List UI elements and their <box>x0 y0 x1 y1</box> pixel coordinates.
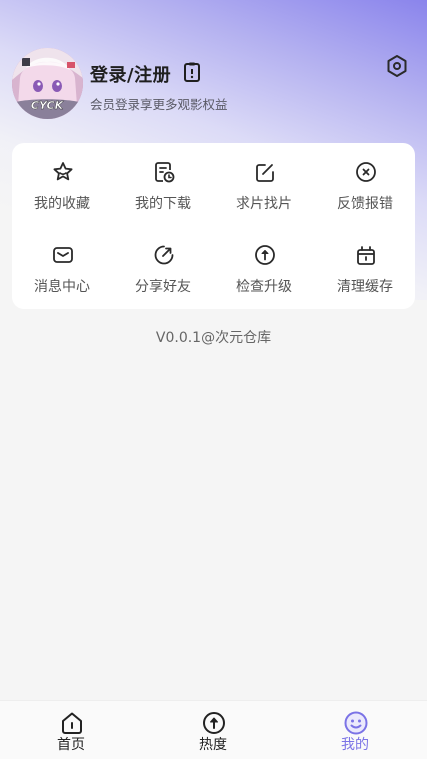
grid-label: 我的下载 <box>135 196 191 212</box>
grid-label: 分享好友 <box>135 279 191 295</box>
login-register-title[interactable]: 登录/注册 <box>90 61 171 87</box>
settings-icon[interactable] <box>385 54 409 78</box>
grid-item-request[interactable]: 求片找片 <box>214 143 314 213</box>
grid-item-clear-cache[interactable]: 清理缓存 <box>315 226 415 296</box>
grid-item-downloads[interactable]: 我的下载 <box>113 143 213 213</box>
grid-item-messages[interactable]: 消息中心 <box>12 226 112 296</box>
mail-icon <box>53 247 73 263</box>
grid-item-favorites[interactable]: 我的收藏 <box>12 143 112 213</box>
grid-label: 反馈报错 <box>337 196 393 212</box>
bottom-tab-bar: 首页 热度 我的 <box>0 700 427 759</box>
member-benefit-text: 会员登录享更多观影权益 <box>90 97 228 112</box>
grid-label: 求片找片 <box>236 196 292 212</box>
grid-item-feedback[interactable]: 反馈报错 <box>315 143 415 213</box>
feature-grid: 我的收藏 我的下载 求片找片 反馈报错 消息中心 分享好友 检查升级 清理缓存 <box>12 143 415 309</box>
tab-label: 热度 <box>199 737 227 753</box>
close-circle-icon <box>356 162 376 182</box>
hot-icon <box>203 712 225 734</box>
profile-smile-icon <box>344 711 368 735</box>
grid-label: 我的收藏 <box>34 196 90 212</box>
grid-label: 检查升级 <box>236 279 292 295</box>
home-icon <box>62 712 82 734</box>
grid-item-share[interactable]: 分享好友 <box>113 226 213 296</box>
grid-item-upgrade[interactable]: 检查升级 <box>214 226 314 296</box>
version-text: V0.0.1@次元仓库 <box>155 330 272 346</box>
tab-home[interactable]: 首页 <box>21 701 121 759</box>
vip-badge-icon[interactable] <box>183 62 201 82</box>
edit-icon <box>256 164 274 182</box>
download-icon <box>155 162 175 183</box>
trash-icon <box>357 246 375 265</box>
grid-label: 消息中心 <box>34 279 90 295</box>
tab-label: 首页 <box>57 737 85 753</box>
grid-label: 清理缓存 <box>337 279 393 295</box>
avatar[interactable]: CYCK <box>12 48 83 119</box>
star-icon <box>53 162 73 181</box>
tab-mine[interactable]: 我的 <box>305 701 405 759</box>
upgrade-icon <box>255 245 275 265</box>
avatar-logo-text: CYCK <box>31 99 65 112</box>
tab-hot[interactable]: 热度 <box>163 701 263 759</box>
share-icon <box>154 245 174 265</box>
tab-label: 我的 <box>341 737 369 753</box>
profile-section[interactable]: CYCK 登录/注册 会员登录享更多观影权益 <box>12 48 412 120</box>
